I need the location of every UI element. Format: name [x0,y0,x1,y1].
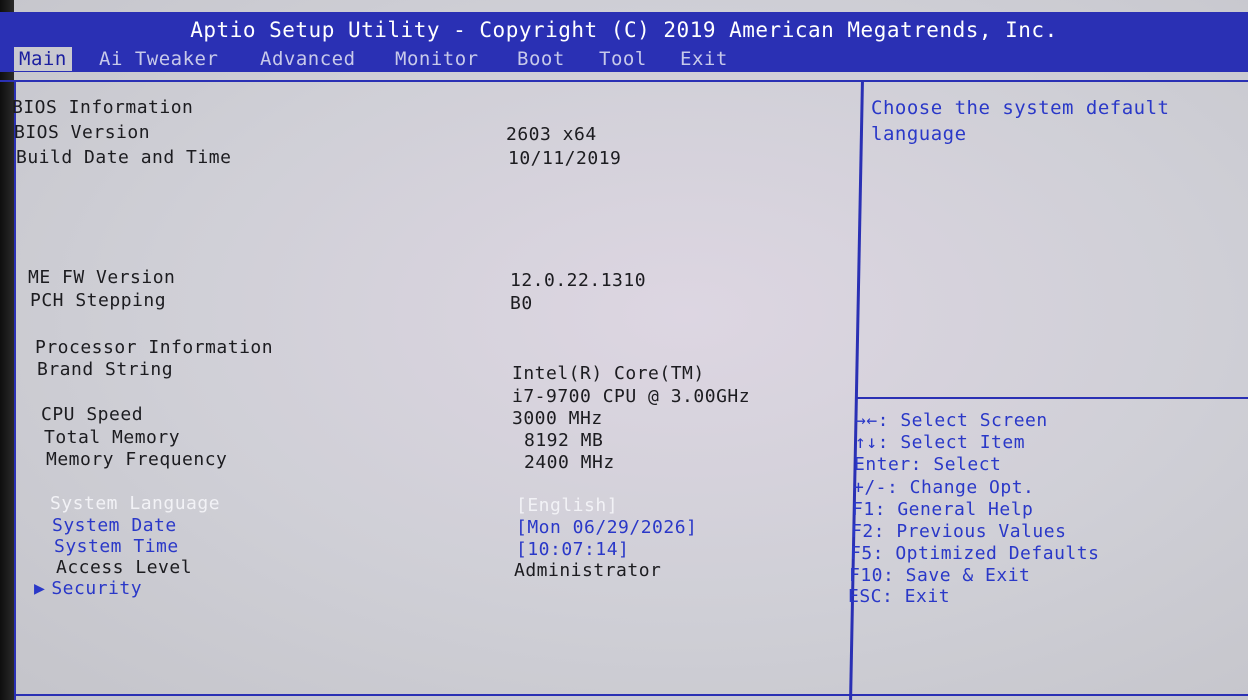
system-language-label[interactable]: System Language [50,493,220,515]
key-hint-f10: F10: Save & Exit [849,565,1031,586]
system-time-label[interactable]: System Time [54,536,179,558]
tab-monitor[interactable]: Monitor [390,47,484,71]
cpu-speed-label: CPU Speed [41,404,144,425]
key-hint-f1: F1: General Help [852,499,1034,520]
tab-exit[interactable]: Exit [675,47,733,71]
tab-boot[interactable]: Boot [512,47,570,71]
total-memory-value: 8192 MB [524,430,604,451]
security-label: Security [51,578,143,599]
help-divider [857,397,1248,399]
system-time-value[interactable]: [10:07:14] [516,539,629,561]
key-hint-select-item: ↑↓: Select Item [855,432,1026,453]
brand-string-value-line1: Intel(R) Core(TM) [512,363,705,384]
key-hint-select-screen: →←: Select Screen [855,410,1048,431]
tab-main[interactable]: Main [14,47,72,71]
frame-bottom-border [14,694,1248,696]
tab-tool[interactable]: Tool [594,47,652,71]
system-date-value[interactable]: [Mon 06/29/2026] [516,517,697,539]
cpu-speed-value: 3000 MHz [512,408,603,429]
pch-stepping-label: PCH Stepping [30,290,167,311]
processor-info-header: Processor Information [35,337,274,358]
key-hint-esc: ESC: Exit [848,586,951,607]
key-hint-f2: F2: Previous Values [851,521,1067,542]
security-menu-item[interactable]: ▶ Security [34,578,142,600]
bios-info-header: BIOS Information [12,97,194,118]
brand-string-value-line2: i7-9700 CPU @ 3.00GHz [512,386,751,407]
build-date-value: 10/11/2019 [508,148,622,169]
total-memory-label: Total Memory [44,427,181,448]
frame-left-border [14,82,16,700]
tab-ai-tweaker[interactable]: Ai Tweaker [94,47,223,71]
memory-frequency-label: Memory Frequency [46,449,228,470]
key-hint-enter: Enter: Select [854,454,1002,475]
submenu-arrow-icon: ▶ [34,578,46,599]
system-date-label[interactable]: System Date [52,515,177,537]
me-fw-version-value: 12.0.22.1310 [510,270,647,291]
brand-string-label: Brand String [37,359,174,380]
bios-version-value: 2603 x64 [506,124,597,145]
build-date-label: Build Date and Time [16,147,232,168]
header-divider [0,80,1248,82]
title-bar: Aptio Setup Utility - Copyright (C) 2019… [0,12,1248,48]
me-fw-version-label: ME FW Version [28,267,176,288]
tab-bar: Main Ai Tweaker Advanced Monitor Boot To… [0,46,1248,72]
bios-version-label: BIOS Version [14,122,151,143]
access-level-label: Access Level [56,557,193,578]
pch-stepping-value: B0 [510,293,533,314]
key-hint-f5: F5: Optimized Defaults [850,543,1100,564]
help-description: Choose the system default language [871,97,1170,145]
system-language-value[interactable]: [English] [516,495,618,517]
tab-advanced[interactable]: Advanced [255,47,361,71]
key-hint-change-opt: +/-: Change Opt. [853,477,1035,498]
access-level-value: Administrator [514,560,662,581]
memory-frequency-value: 2400 MHz [524,452,615,473]
